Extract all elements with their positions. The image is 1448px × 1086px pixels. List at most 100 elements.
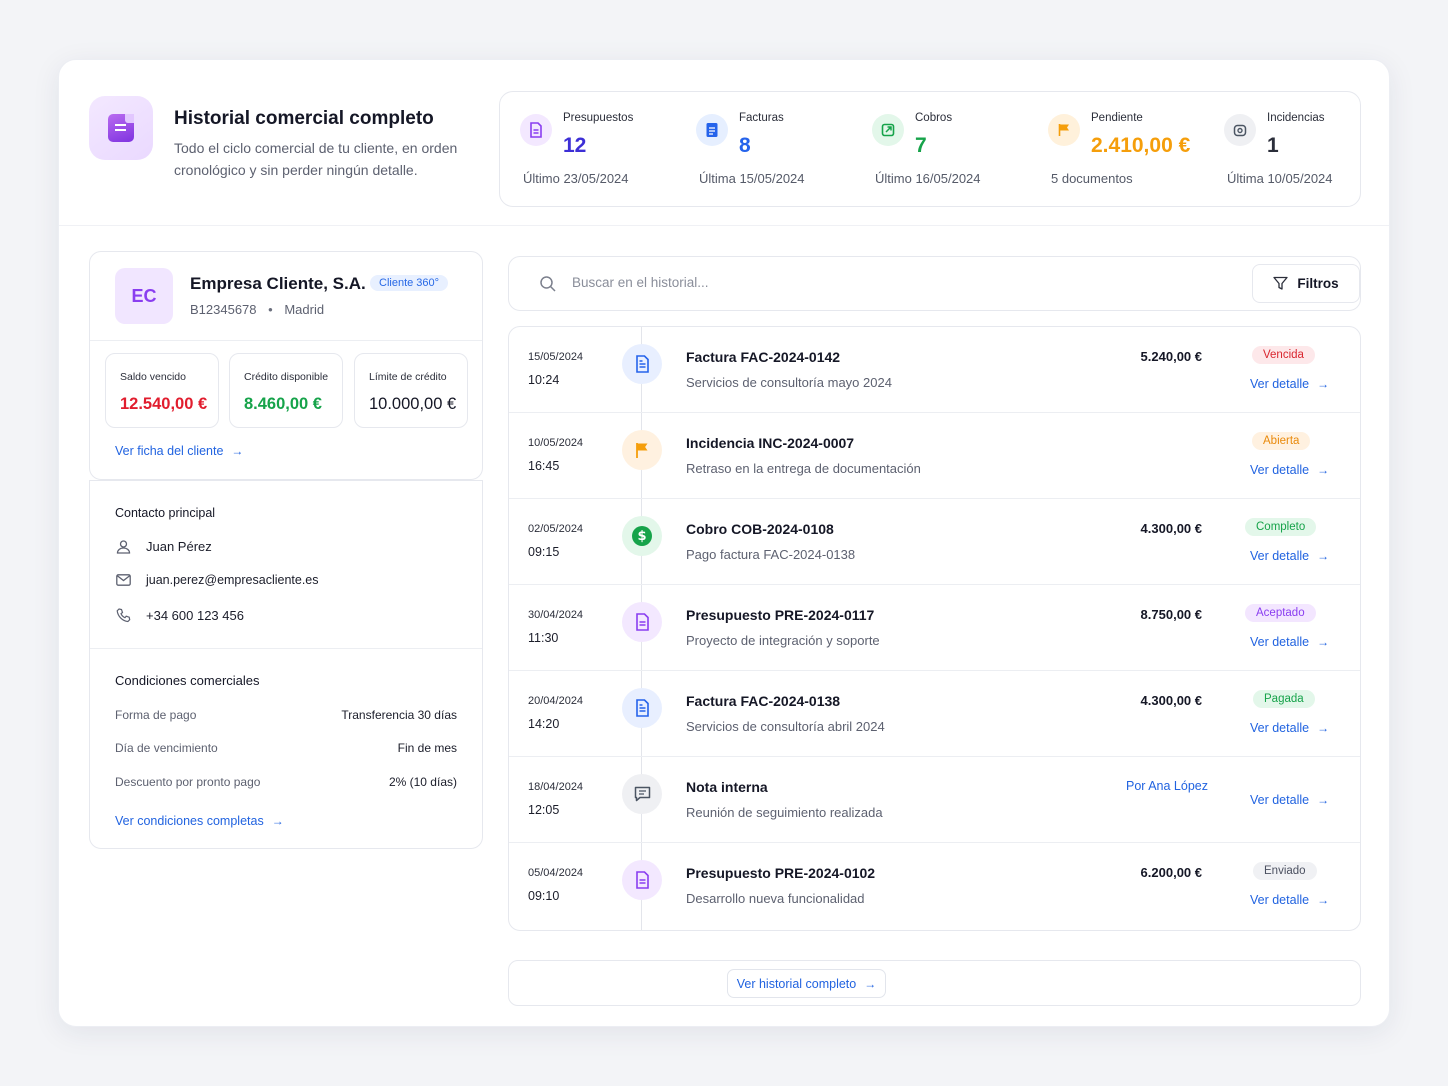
timeline-item: 20/04/2024 14:20 Factura FAC-2024-0138 S…	[509, 671, 1360, 757]
timeline-item: 05/04/2024 09:10 Presupuesto PRE-2024-01…	[509, 843, 1360, 929]
timeline-desc: Servicios de consultoría mayo 2024	[686, 375, 892, 390]
timeline-title: Incidencia INC-2024-0007	[686, 435, 855, 451]
contact-email: juan.perez@empresacliente.es	[146, 573, 319, 587]
view-detail-link[interactable]: Ver detalle →	[1250, 549, 1329, 563]
alert-icon	[1224, 114, 1256, 146]
timeline-desc: Pago factura FAC-2024-0138	[686, 547, 856, 562]
arrow-right-icon: →	[1317, 377, 1330, 391]
arrow-right-icon: →	[271, 814, 284, 828]
page-title: Historial comercial completo	[174, 108, 434, 129]
contact-card: Contacto principal Juan Pérez juan.perez…	[89, 480, 483, 849]
stat-cobros[interactable]: Cobros 7 Último 16/05/2024	[852, 92, 1028, 208]
dollar-icon: $	[622, 516, 662, 556]
client-meta: B12345678 • Madrid	[190, 302, 324, 317]
timeline-item: 02/05/2024 09:15 $ Cobro COB-2024-0108 P…	[509, 499, 1360, 585]
search-input[interactable]: Buscar en el historial...	[572, 275, 709, 290]
arrow-right-icon: →	[1317, 793, 1330, 807]
footer-bar: Ver historial completo →	[508, 960, 1361, 1006]
contact-phone: +34 600 123 456	[146, 607, 244, 623]
timeline-item: 15/05/2024 10:24 Factura FAC-2024-0142 S…	[509, 327, 1360, 413]
status-badge: Completo	[1245, 518, 1317, 536]
stat-pendiente[interactable]: Pendiente 2.410,00 € 5 documentos	[1028, 92, 1204, 208]
contact-phone-row[interactable]: +34 600 123 456	[115, 607, 244, 623]
timeline-title: Factura FAC-2024-0138	[686, 693, 841, 709]
timeline-desc: Retraso en la entrega de documentación	[686, 461, 921, 476]
contact-divider	[90, 648, 482, 649]
quote-icon	[622, 860, 662, 900]
status-badge: Aceptado	[1245, 604, 1316, 622]
arrow-right-icon: →	[1317, 635, 1330, 649]
invoice-icon	[622, 688, 662, 728]
arrow-right-icon: →	[1317, 463, 1330, 477]
conditions-title: Condiciones comerciales	[115, 673, 260, 688]
avatar: EC	[115, 268, 173, 324]
document-icon	[89, 96, 153, 160]
timeline-amount: 6.200,00 €	[1140, 865, 1202, 880]
contact-name: Juan Pérez	[146, 538, 212, 554]
timeline-amount: 4.300,00 €	[1140, 521, 1202, 536]
view-detail-link[interactable]: Ver detalle →	[1250, 377, 1329, 391]
timeline-desc: Reunión de seguimiento realizada	[686, 805, 883, 820]
contact-name-row: Juan Pérez	[115, 538, 212, 554]
stat-incidencias[interactable]: Incidencias 1 Última 10/05/2024	[1204, 92, 1360, 208]
invoice-icon	[696, 114, 728, 146]
page-subtitle: Todo el ciclo comercial de tu cliente, e…	[174, 140, 458, 178]
timeline-amount: 5.240,00 €	[1140, 349, 1202, 364]
phone-icon	[115, 607, 131, 623]
mail-icon	[115, 572, 131, 588]
status-badge: Enviado	[1253, 862, 1317, 880]
flag-icon	[622, 430, 662, 470]
condition-row: Forma de pago Transferencia 30 días	[115, 708, 457, 722]
contact-title: Contacto principal	[115, 506, 216, 520]
metric-credito-disponible: Crédito disponible 8.460,00 €	[229, 353, 343, 428]
timeline-title: Nota interna	[686, 779, 768, 795]
conditions-link[interactable]: Ver condiciones completas →	[115, 814, 284, 828]
filter-icon	[1273, 276, 1289, 290]
view-detail-link[interactable]: Ver detalle →	[1250, 635, 1329, 649]
note-author[interactable]: Por Ana López	[1126, 779, 1208, 793]
view-detail-link[interactable]: Ver detalle →	[1250, 793, 1329, 807]
arrow-right-icon: →	[231, 444, 244, 458]
client-name: Empresa Cliente, S.A.	[190, 274, 366, 293]
timeline-title: Factura FAC-2024-0142	[686, 349, 841, 365]
separator-dot: •	[268, 302, 273, 317]
flag-icon	[1048, 114, 1080, 146]
condition-row: Día de vencimiento Fin de mes	[115, 741, 457, 755]
view-detail-link[interactable]: Ver detalle →	[1250, 721, 1329, 735]
contact-email-row[interactable]: juan.perez@empresacliente.es	[115, 572, 319, 588]
timeline-desc: Proyecto de integración y soporte	[686, 633, 880, 648]
full-history-button[interactable]: Ver historial completo →	[727, 969, 886, 998]
view-detail-link[interactable]: Ver detalle →	[1250, 463, 1329, 477]
client-profile-link[interactable]: Ver ficha del cliente →	[115, 444, 243, 458]
status-badge: Abierta	[1252, 432, 1311, 450]
client-city: Madrid	[284, 302, 325, 317]
status-badge: Vencida	[1252, 346, 1315, 364]
timeline-item: 30/04/2024 11:30 Presupuesto PRE-2024-01…	[509, 585, 1360, 671]
timeline-title: Presupuesto PRE-2024-0102	[686, 865, 876, 881]
client-divider	[90, 340, 482, 341]
metric-limite-credito: Límite de crédito 10.000,00 €	[354, 353, 468, 428]
arrow-right-icon: →	[1317, 893, 1330, 907]
timeline-amount: 4.300,00 €	[1140, 693, 1202, 708]
status-badge: Pagada	[1253, 690, 1315, 708]
main-card: Historial comercial completo Todo el cic…	[58, 59, 1390, 1027]
arrow-right-icon: →	[1317, 549, 1330, 563]
condition-row: Descuento por pronto pago 2% (10 días)	[115, 775, 457, 789]
timeline-desc: Servicios de consultoría abril 2024	[686, 719, 885, 734]
metric-saldo-vencido: Saldo vencido 12.540,00 €	[105, 353, 219, 428]
search-icon	[539, 275, 557, 293]
chat-icon	[622, 774, 662, 814]
payment-icon	[872, 114, 904, 146]
stat-presupuestos[interactable]: Presupuestos 12 Último 23/05/2024	[500, 92, 676, 208]
timeline-title: Cobro COB-2024-0108	[686, 521, 834, 537]
invoice-icon	[622, 344, 662, 384]
timeline-item: 18/04/2024 12:05 Nota interna Reunión de…	[509, 757, 1360, 843]
arrow-right-icon: →	[864, 976, 877, 991]
stat-facturas[interactable]: Facturas 8 Última 15/05/2024	[676, 92, 852, 208]
client-tax-id: B12345678	[190, 302, 257, 317]
filters-button[interactable]: Filtros	[1252, 264, 1360, 303]
search-bar: Buscar en el historial... Filtros	[508, 256, 1361, 311]
timeline-item: 10/05/2024 16:45 Incidencia INC-2024-000…	[509, 413, 1360, 499]
timeline: 15/05/2024 10:24 Factura FAC-2024-0142 S…	[508, 326, 1361, 931]
view-detail-link[interactable]: Ver detalle →	[1250, 893, 1329, 907]
